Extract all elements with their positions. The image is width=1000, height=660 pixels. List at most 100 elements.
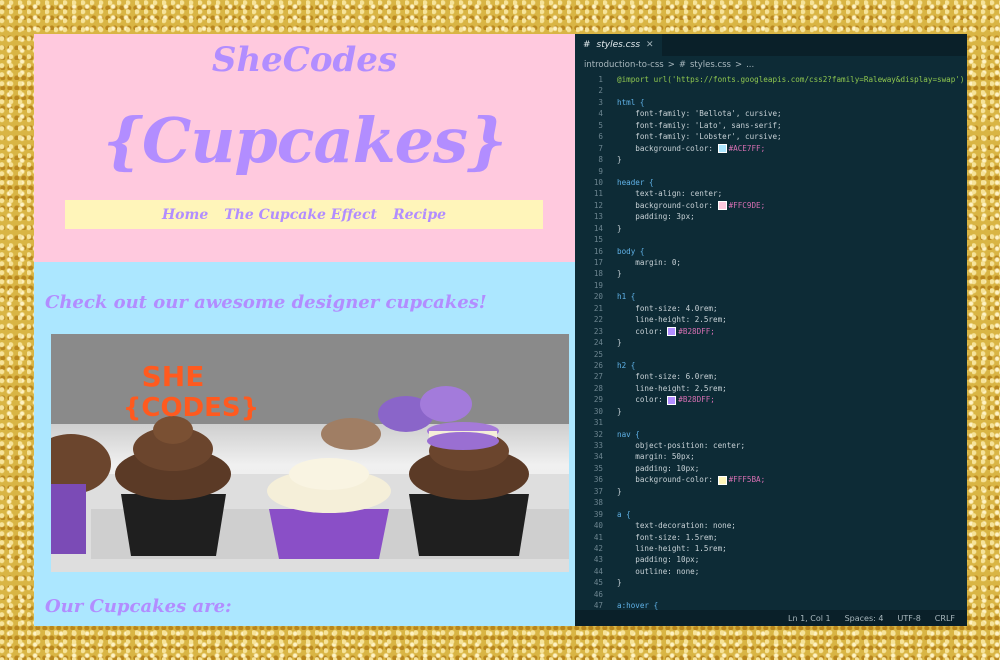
editor-tabbar: # styles.css ✕ bbox=[575, 34, 967, 56]
breadcrumb: introduction-to-css > # styles.css > ... bbox=[575, 56, 967, 74]
line-number: 41 bbox=[593, 532, 603, 542]
breadcrumb-separator: > bbox=[667, 60, 675, 70]
code-line[interactable]: 24} bbox=[575, 337, 967, 348]
status-cursor-position[interactable]: Ln 1, Col 1 bbox=[788, 614, 831, 623]
tab-styles-css[interactable]: # styles.css ✕ bbox=[575, 34, 662, 56]
code-text: line-height: 1.5rem; bbox=[617, 543, 727, 553]
code-line[interactable]: 11 text-align: center; bbox=[575, 188, 967, 199]
line-number: 32 bbox=[593, 429, 603, 439]
code-line[interactable]: 3 html { bbox=[575, 97, 967, 108]
code-text: h2 { bbox=[617, 360, 636, 370]
code-line[interactable]: 22 line-height: 2.5rem; bbox=[575, 314, 967, 325]
color-swatch[interactable] bbox=[717, 144, 727, 154]
nav-link-recipe[interactable]: Recipe bbox=[393, 207, 446, 223]
code-line[interactable]: 5 font-family: 'Lato', sans-serif; bbox=[575, 120, 967, 131]
breadcrumb-file[interactable]: styles.css bbox=[690, 60, 731, 70]
tab-label: styles.css bbox=[596, 40, 641, 50]
line-number: 16 bbox=[593, 246, 603, 256]
code-text: } bbox=[617, 223, 622, 233]
line-number: 34 bbox=[593, 452, 603, 462]
status-line-endings[interactable]: CRLF bbox=[935, 614, 955, 623]
line-number: 43 bbox=[593, 555, 603, 565]
line-number: 4 bbox=[598, 109, 603, 119]
code-line[interactable]: 32 nav { bbox=[575, 429, 967, 440]
code-line[interactable]: 21 font-size: 4.0rem; bbox=[575, 303, 967, 314]
line-number: 42 bbox=[593, 543, 603, 553]
code-line[interactable]: 39 a { bbox=[575, 509, 967, 520]
status-indentation[interactable]: Spaces: 4 bbox=[845, 614, 884, 623]
code-line[interactable]: 19 bbox=[575, 280, 967, 291]
code-line[interactable]: 25 bbox=[575, 349, 967, 360]
breadcrumb-folder[interactable]: introduction-to-css bbox=[584, 60, 664, 70]
cupcakes-photo: SHE {CODES} bbox=[51, 334, 569, 572]
code-line[interactable]: 37} bbox=[575, 486, 967, 497]
line-number: 12 bbox=[593, 200, 603, 210]
code-line[interactable]: 40 text-decoration: none; bbox=[575, 520, 967, 531]
topper-codes: {CODES} bbox=[123, 393, 259, 423]
code-line[interactable]: 45} bbox=[575, 577, 967, 588]
code-line[interactable]: 47 a:hover { bbox=[575, 600, 967, 610]
code-line[interactable]: 18} bbox=[575, 268, 967, 279]
code-line[interactable]: 34 margin: 50px; bbox=[575, 451, 967, 462]
site-header: SheCodes {Cupcakes} Home The Cupcake Eff… bbox=[34, 34, 575, 262]
code-line[interactable]: 36 background-color: #FFF5BA; bbox=[575, 474, 967, 485]
code-line[interactable]: 33 object-position: center; bbox=[575, 440, 967, 451]
code-text: } bbox=[617, 338, 622, 348]
status-bar: Ln 1, Col 1 Spaces: 4 UTF-8 CRLF bbox=[575, 610, 967, 626]
status-encoding[interactable]: UTF-8 bbox=[897, 614, 920, 623]
line-number: 31 bbox=[593, 418, 603, 428]
code-line[interactable]: 31 bbox=[575, 417, 967, 428]
code-line[interactable]: 15 bbox=[575, 234, 967, 245]
code-line[interactable]: 2 bbox=[575, 85, 967, 96]
code-line[interactable]: 12 background-color: #FFC9DE; bbox=[575, 200, 967, 211]
nav-link-cupcake-effect[interactable]: The Cupcake Effect bbox=[224, 207, 377, 223]
code-text: padding: 10px; bbox=[617, 463, 700, 473]
line-number: 10 bbox=[593, 177, 603, 187]
code-line[interactable]: 30} bbox=[575, 406, 967, 417]
code-line[interactable]: 26 h2 { bbox=[575, 360, 967, 371]
code-line[interactable]: 9 bbox=[575, 166, 967, 177]
code-line[interactable]: 29 color: #B28DFF; bbox=[575, 394, 967, 405]
code-text: padding: 3px; bbox=[617, 212, 695, 222]
line-number: 29 bbox=[593, 395, 603, 405]
line-number: 18 bbox=[593, 269, 603, 279]
code-line[interactable]: 10 header { bbox=[575, 177, 967, 188]
code-line[interactable]: 16 body { bbox=[575, 246, 967, 257]
code-line[interactable]: 8} bbox=[575, 154, 967, 165]
code-text: header { bbox=[617, 177, 654, 187]
code-line[interactable]: 13 padding: 3px; bbox=[575, 211, 967, 222]
color-swatch[interactable] bbox=[717, 201, 727, 211]
code-line[interactable]: 35 padding: 10px; bbox=[575, 463, 967, 474]
code-line[interactable]: 42 line-height: 1.5rem; bbox=[575, 543, 967, 554]
code-line[interactable]: 43 padding: 10px; bbox=[575, 554, 967, 565]
code-text: object-position: center; bbox=[617, 441, 746, 450]
close-icon[interactable]: ✕ bbox=[646, 40, 654, 50]
line-number: 9 bbox=[598, 166, 603, 176]
code-line[interactable]: 41 font-size: 1.5rem; bbox=[575, 532, 967, 543]
color-swatch[interactable] bbox=[667, 395, 677, 405]
intro-heading: Check out our awesome designer cupcakes! bbox=[45, 292, 487, 313]
line-number: 23 bbox=[593, 326, 603, 336]
code-line[interactable]: 20 h1 { bbox=[575, 291, 967, 302]
css-file-icon: # bbox=[583, 40, 591, 50]
code-line[interactable]: 14} bbox=[575, 223, 967, 234]
code-line[interactable]: 23 color: #B28DFF; bbox=[575, 326, 967, 337]
code-line[interactable]: 6 font-family: 'Lobster', cursive; bbox=[575, 131, 967, 142]
code-line[interactable]: 4 font-family: 'Bellota', cursive; bbox=[575, 108, 967, 119]
code-line[interactable]: 28 line-height: 2.5rem; bbox=[575, 383, 967, 394]
color-swatch[interactable] bbox=[717, 475, 727, 485]
code-line[interactable]: 27 font-size: 6.0rem; bbox=[575, 371, 967, 382]
breadcrumb-symbol[interactable]: ... bbox=[746, 60, 754, 70]
code-line[interactable]: 1 @import url('https://fonts.googleapis.c… bbox=[575, 74, 967, 85]
code-line[interactable]: 46 bbox=[575, 589, 967, 600]
code-text: @import url('https://fonts.googleapis.co… bbox=[617, 75, 965, 84]
code-line[interactable]: 7 background-color: #ACE7FF; bbox=[575, 143, 967, 154]
code-line[interactable]: 44 outline: none; bbox=[575, 566, 967, 577]
nav-link-home[interactable]: Home bbox=[162, 207, 208, 223]
code-line[interactable]: 38 bbox=[575, 497, 967, 508]
color-swatch[interactable] bbox=[667, 327, 677, 337]
code-area[interactable]: 1 @import url('https://fonts.googleapis.c… bbox=[575, 74, 967, 610]
code-text: line-height: 2.5rem; bbox=[617, 383, 727, 393]
code-line[interactable]: 17 margin: 0; bbox=[575, 257, 967, 268]
line-number: 30 bbox=[593, 406, 603, 416]
